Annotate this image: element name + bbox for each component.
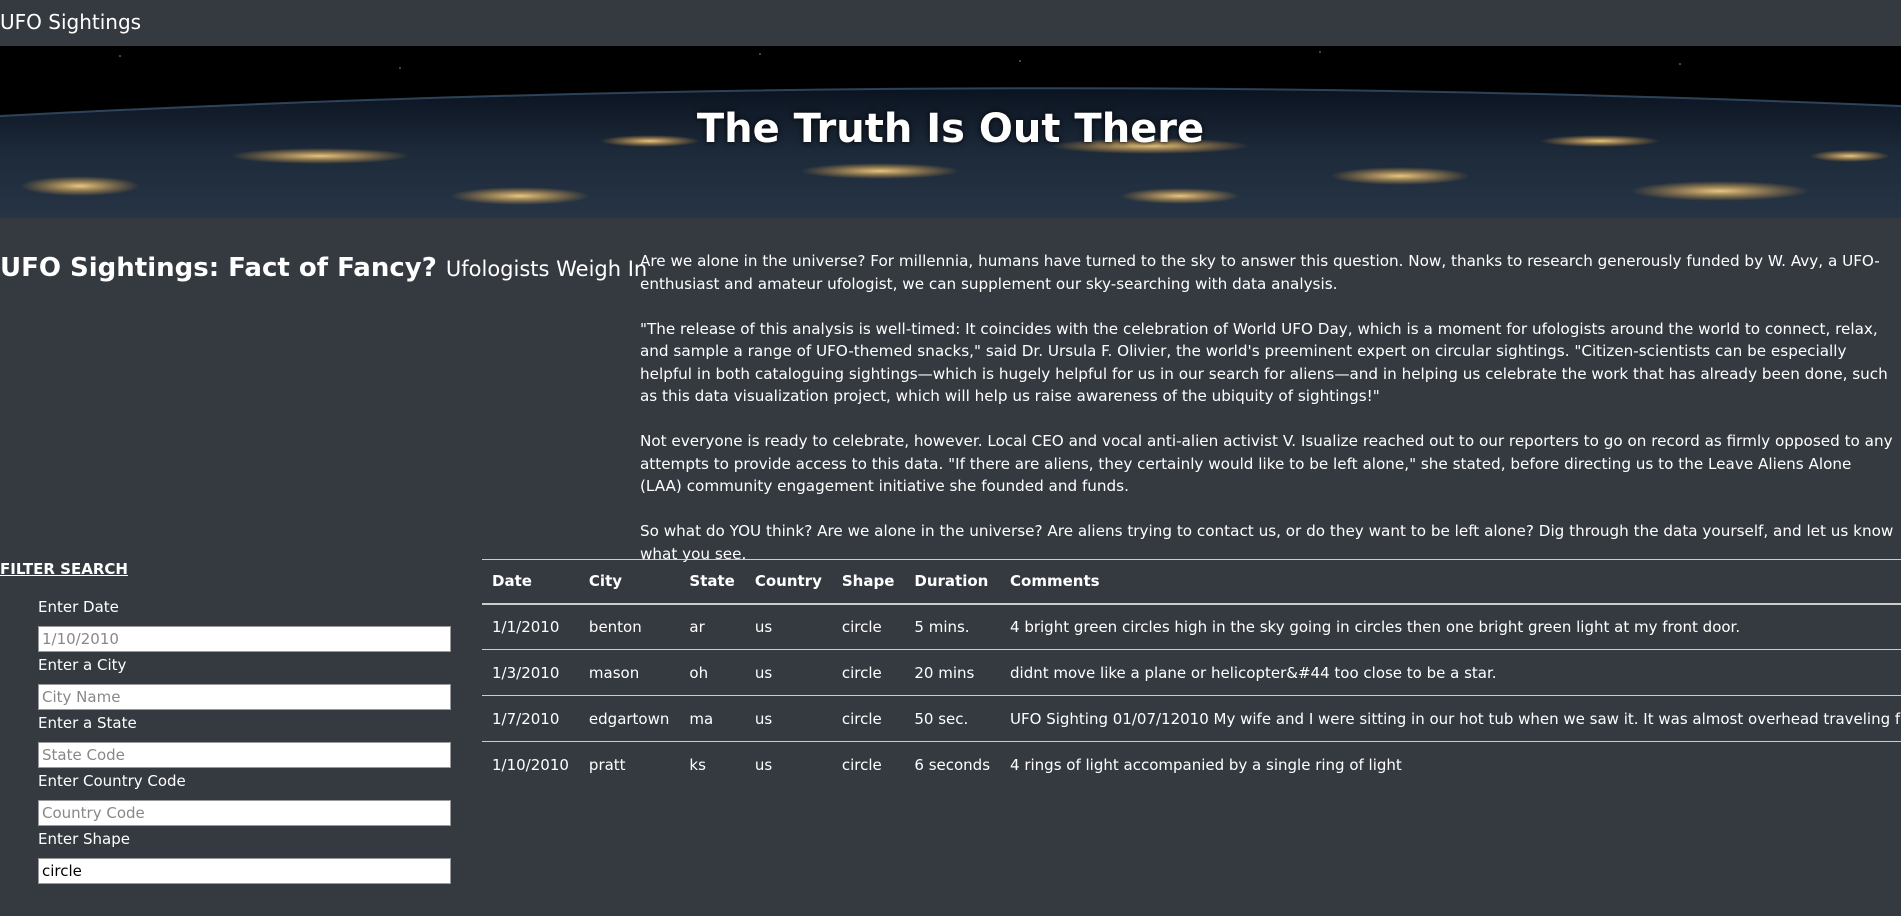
article-body: Are we alone in the universe? For millen… (640, 250, 1895, 588)
cell-city: edgartown (588, 709, 670, 728)
page-title: UFO Sightings: Fact of Fancy? (0, 253, 437, 283)
cell-date: 1/1/2010 (492, 617, 560, 636)
header-city: City (588, 572, 623, 591)
table-row: 1/7/2010 edgartown ma us circle 50 sec. … (482, 696, 1901, 742)
state-input[interactable] (38, 742, 451, 768)
filter-city: Enter a City (38, 656, 453, 714)
table-row: 1/3/2010 mason oh us circle 20 mins didn… (482, 650, 1901, 696)
header-state: State (689, 572, 735, 591)
cell-duration: 50 sec. (914, 709, 969, 728)
country-label: Enter Country Code (38, 772, 186, 790)
filter-form: Enter Date Enter a City Enter a State En… (38, 598, 453, 888)
cell-comments: 4 bright green circles high in the sky g… (1010, 617, 1741, 636)
cell-state: ma (689, 709, 714, 728)
cell-shape: circle (841, 755, 882, 774)
cell-duration: 20 mins (914, 663, 975, 682)
hero-banner: The Truth Is Out There (0, 46, 1901, 218)
cell-city: mason (588, 663, 640, 682)
navbar: UFO Sightings (0, 0, 1901, 46)
table-header-row: Date City State Country Shape Duration C… (482, 559, 1901, 604)
ufo-table: Date City State Country Shape Duration C… (482, 559, 1901, 788)
filter-date: Enter Date (38, 598, 453, 656)
cell-country: us (754, 755, 773, 774)
header-shape: Shape (841, 572, 895, 591)
article-paragraph: Are we alone in the universe? For millen… (640, 252, 1880, 293)
cell-date: 1/3/2010 (492, 663, 560, 682)
header-comments: Comments (1010, 572, 1100, 591)
cell-country: us (754, 709, 773, 728)
cell-comments: 4 rings of light accompanied by a single… (1010, 755, 1402, 774)
cell-comments: didnt move like a plane or helicopter&#4… (1010, 663, 1497, 682)
page-subtitle: Ufologists Weigh In (445, 257, 648, 281)
header-country: Country (754, 572, 822, 591)
cell-city: benton (588, 617, 642, 636)
date-input[interactable] (38, 626, 451, 652)
cell-duration: 6 seconds (914, 755, 991, 774)
filter-country: Enter Country Code (38, 772, 453, 830)
cell-state: ks (689, 755, 706, 774)
table-row: 1/10/2010 pratt ks us circle 6 seconds 4… (482, 742, 1901, 788)
cell-comments: UFO Sighting 01/07/12010 My wife and I w… (1010, 709, 1901, 728)
cell-state: oh (689, 663, 709, 682)
cell-country: us (754, 663, 773, 682)
cell-shape: circle (841, 617, 882, 636)
cell-shape: circle (841, 663, 882, 682)
filter-shape: Enter Shape (38, 830, 453, 888)
page-heading: UFO Sightings: Fact of Fancy? Ufologists… (0, 253, 647, 283)
article-paragraph: Not everyone is ready to celebrate, howe… (640, 432, 1893, 495)
country-input[interactable] (38, 800, 451, 826)
date-label: Enter Date (38, 598, 119, 616)
cell-shape: circle (841, 709, 882, 728)
state-label: Enter a State (38, 714, 137, 732)
header-date: Date (492, 572, 532, 591)
cell-state: ar (689, 617, 705, 636)
city-label: Enter a City (38, 656, 127, 674)
filter-state: Enter a State (38, 714, 453, 772)
filter-search-title: FILTER SEARCH (0, 560, 128, 578)
shape-input[interactable] (38, 858, 451, 884)
cell-date: 1/7/2010 (492, 709, 560, 728)
cell-duration: 5 mins. (914, 617, 970, 636)
cell-country: us (754, 617, 773, 636)
article-paragraph: "The release of this analysis is well-ti… (640, 319, 1888, 406)
hero-title: The Truth Is Out There (696, 106, 1205, 152)
cell-date: 1/10/2010 (492, 755, 569, 774)
shape-label: Enter Shape (38, 830, 130, 848)
city-input[interactable] (38, 684, 451, 710)
header-duration: Duration (914, 572, 989, 591)
cell-city: pratt (588, 755, 626, 774)
brand-link[interactable]: UFO Sightings (0, 10, 141, 34)
table-row: 1/1/2010 benton ar us circle 5 mins. 4 b… (482, 604, 1901, 650)
